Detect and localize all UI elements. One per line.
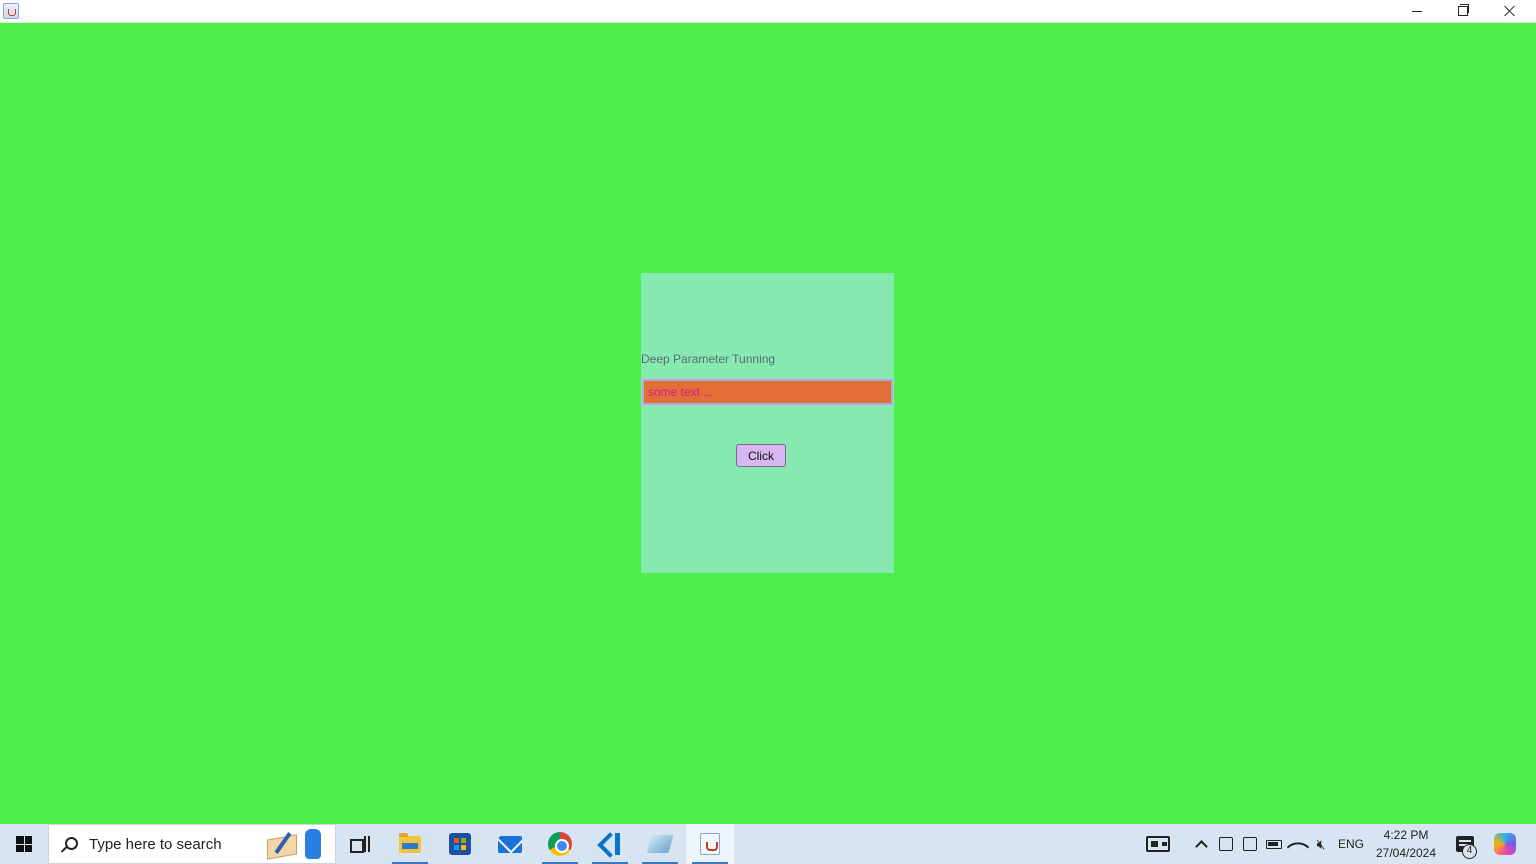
mail-button[interactable] bbox=[486, 824, 534, 864]
vscode-icon bbox=[599, 833, 621, 855]
clock[interactable]: 4:22 PM 27/04/2024 bbox=[1370, 824, 1442, 864]
volume-muted-icon: 🔇︎ bbox=[1316, 835, 1326, 852]
display-icon bbox=[1243, 837, 1257, 851]
task-view-button[interactable] bbox=[336, 824, 384, 864]
notes-app-icon bbox=[646, 835, 674, 853]
copilot-icon bbox=[1494, 833, 1516, 855]
close-icon bbox=[1504, 5, 1516, 17]
java-app-button[interactable] bbox=[686, 824, 734, 864]
camera-icon bbox=[1219, 837, 1233, 851]
taskbar-search-box[interactable]: Type here to search bbox=[48, 824, 336, 864]
wifi-icon bbox=[1286, 835, 1310, 859]
microsoft-store-button[interactable] bbox=[436, 824, 484, 864]
language-indicator[interactable]: ENG bbox=[1335, 824, 1367, 864]
taskbar: Type here to search 🔇︎ ENG 4:22 PM 27/04… bbox=[0, 824, 1536, 864]
panel-label: Deep Parameter Tunning bbox=[641, 352, 776, 366]
search-placeholder: Type here to search bbox=[89, 835, 222, 853]
clock-time: 4:22 PM bbox=[1383, 828, 1429, 842]
window-titlebar bbox=[0, 0, 1536, 23]
microsoft-store-icon bbox=[449, 833, 471, 855]
search-icon bbox=[61, 836, 78, 852]
click-button[interactable]: Click bbox=[736, 444, 786, 467]
chrome-icon bbox=[548, 832, 572, 856]
chrome-button[interactable] bbox=[536, 824, 584, 864]
text-input[interactable] bbox=[641, 378, 894, 406]
news-widget-button[interactable] bbox=[1140, 824, 1176, 864]
news-icon bbox=[1146, 836, 1170, 852]
vscode-button[interactable] bbox=[586, 824, 634, 864]
minimize-icon bbox=[1412, 10, 1422, 12]
volume-button[interactable]: 🔇︎ bbox=[1311, 824, 1331, 864]
close-button[interactable] bbox=[1487, 0, 1533, 22]
mail-icon bbox=[498, 835, 522, 853]
chevron-up-icon bbox=[1194, 839, 1208, 853]
notification-count-badge: 4 bbox=[1462, 844, 1477, 859]
battery-icon bbox=[1266, 839, 1282, 849]
search-highlight-icon bbox=[259, 827, 329, 863]
file-explorer-icon bbox=[399, 832, 421, 853]
clock-date: 27/04/2024 bbox=[1375, 846, 1437, 860]
show-hidden-icons-button[interactable] bbox=[1190, 824, 1212, 864]
display-button[interactable] bbox=[1240, 824, 1260, 864]
network-button[interactable] bbox=[1286, 824, 1310, 864]
restore-button[interactable] bbox=[1440, 0, 1486, 22]
minimize-button[interactable] bbox=[1394, 0, 1440, 22]
content-panel: Deep Parameter Tunning Click bbox=[641, 273, 894, 573]
meet-now-button[interactable] bbox=[1216, 824, 1236, 864]
task-view-icon bbox=[350, 836, 370, 853]
start-button[interactable] bbox=[0, 824, 48, 864]
file-explorer-button[interactable] bbox=[386, 824, 434, 864]
notes-app-button[interactable] bbox=[636, 824, 684, 864]
battery-button[interactable] bbox=[1264, 824, 1284, 864]
windows-logo-icon bbox=[16, 836, 32, 852]
java-app-icon[interactable] bbox=[3, 3, 19, 19]
copilot-button[interactable] bbox=[1490, 824, 1520, 864]
restore-icon bbox=[1458, 4, 1469, 16]
java-app-icon bbox=[700, 833, 720, 855]
